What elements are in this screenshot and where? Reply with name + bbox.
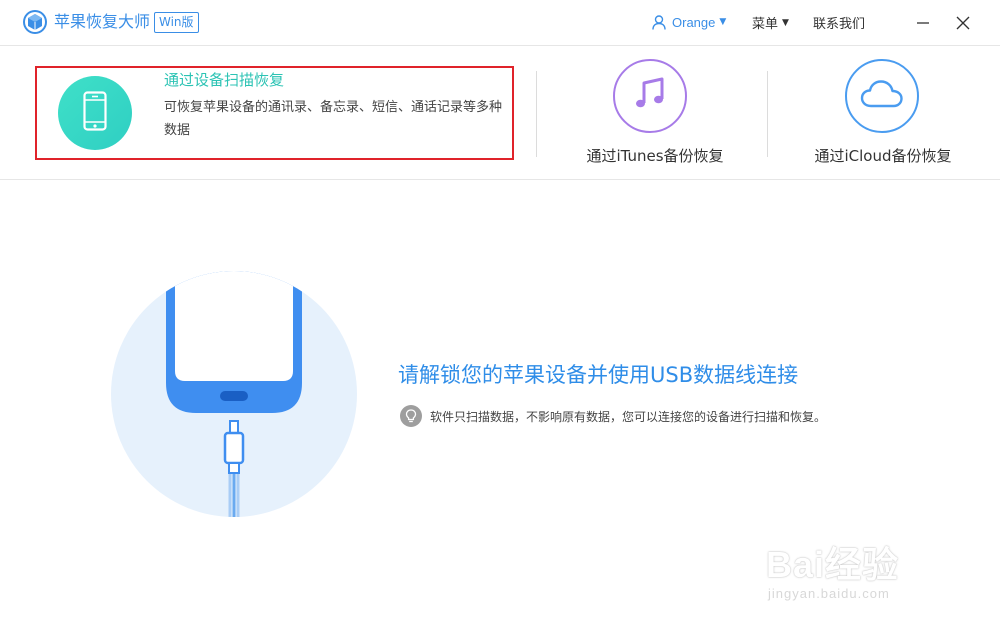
recovery-mode-selector: 通过设备扫描恢复 可恢复苹果设备的通讯录、备忘录、短信、通话记录等多种数据 通过…	[0, 46, 1000, 180]
user-account-menu[interactable]: Orange ▼	[652, 12, 726, 32]
divider	[536, 71, 537, 157]
cloud-icon	[860, 79, 904, 113]
user-icon	[652, 14, 666, 30]
watermark-url: jingyan.baidu.com	[768, 586, 890, 601]
icloud-mode-label: 通过iCloud备份恢复	[814, 147, 952, 165]
user-name: Orange	[672, 14, 716, 30]
baidu-jingyan-watermark: Bai经验 jingyan.baidu.com	[760, 526, 960, 606]
title-bar: 苹果恢复大师 Win版 Orange ▼ 菜单 ▼ 联系我们	[0, 0, 1000, 46]
caret-down-icon: ▼	[782, 17, 789, 28]
itunes-mode-badge	[613, 59, 687, 133]
itunes-mode-label: 通过iTunes备份恢复	[586, 147, 724, 165]
app-title: 苹果恢复大师	[54, 12, 151, 31]
contact-us-link[interactable]: 联系我们	[813, 13, 865, 32]
mode-itunes-backup[interactable]: 通过iTunes备份恢复	[560, 56, 750, 172]
menu-button[interactable]: 菜单 ▼	[752, 13, 789, 32]
phone-usb-cable-illustration-graphic	[166, 271, 302, 517]
minimize-icon[interactable]	[911, 11, 935, 35]
device-mode-description: 可恢复苹果设备的通讯录、备忘录、短信、通话记录等多种数据	[164, 100, 503, 138]
phone-icon	[83, 91, 107, 135]
edition-badge: Win版	[154, 12, 199, 33]
scan-tip-text: 软件只扫描数据，不影响原有数据，您可以连接您的设备进行扫描和恢复。	[430, 409, 827, 424]
app-cube-icon	[22, 9, 48, 35]
menu-label: 菜单	[752, 17, 779, 32]
scan-tip: 软件只扫描数据，不影响原有数据，您可以连接您的设备进行扫描和恢复。	[400, 405, 826, 427]
close-icon[interactable]	[951, 11, 975, 35]
divider	[767, 71, 768, 157]
device-mode-badge	[58, 76, 132, 150]
mode-icloud-backup[interactable]: 通过iCloud备份恢复	[790, 56, 976, 172]
watermark-brand: Bai经验	[766, 544, 900, 585]
caret-down-icon: ▼	[719, 17, 727, 27]
lightbulb-icon	[400, 405, 422, 427]
device-mode-title: 通过设备扫描恢复	[164, 71, 285, 89]
icloud-mode-badge	[845, 59, 919, 133]
mode-device-scan[interactable]: 通过设备扫描恢复 可恢复苹果设备的通讯录、备忘录、短信、通话记录等多种数据	[35, 66, 514, 160]
connect-device-heading: 请解锁您的苹果设备并使用USB数据线连接	[398, 363, 799, 387]
music-note-icon	[632, 76, 668, 116]
